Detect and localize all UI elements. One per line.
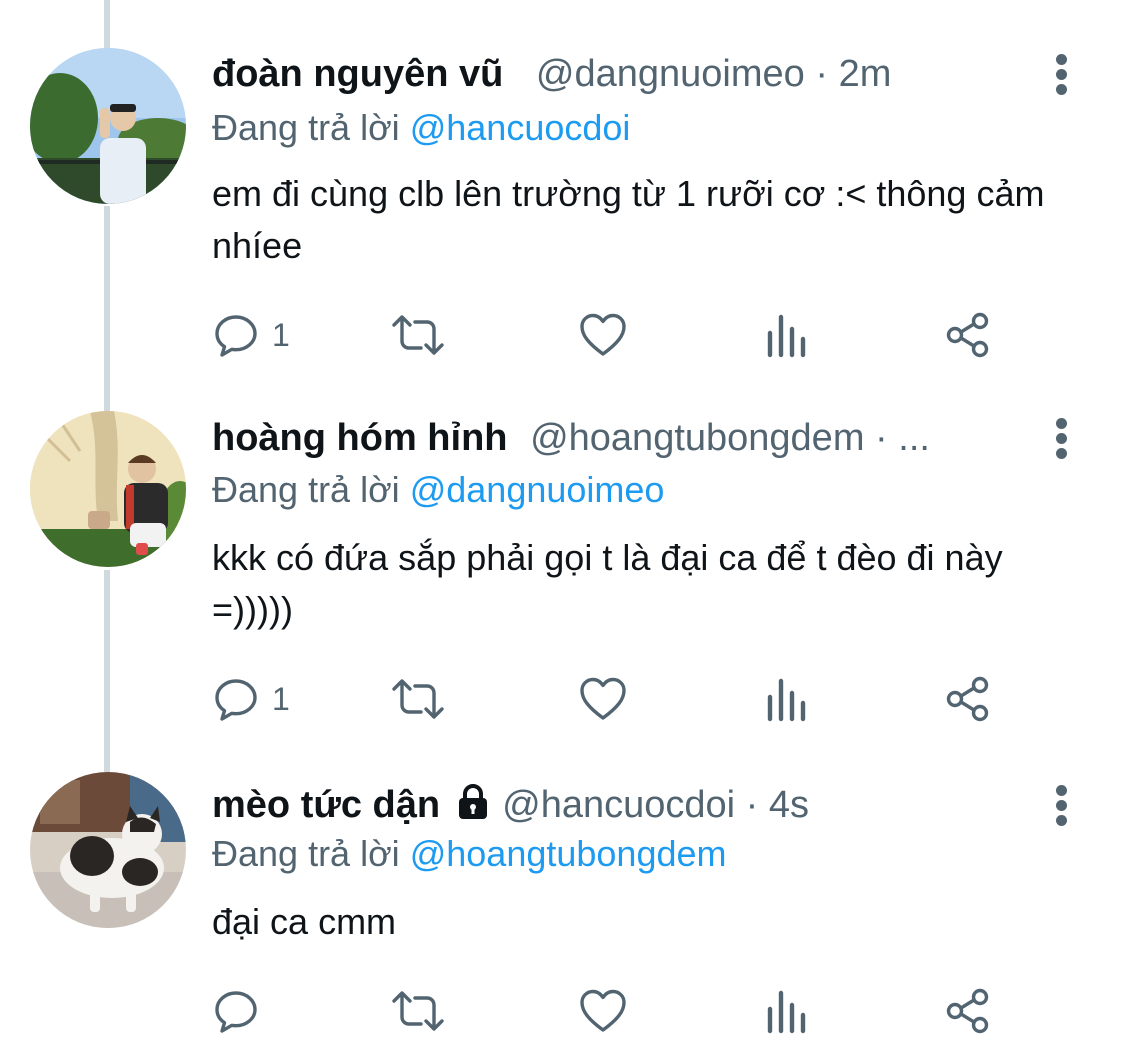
display-name[interactable]: mèo tức dận	[212, 784, 440, 826]
like-button[interactable]	[578, 986, 628, 1036]
action-bar: 1	[212, 310, 1012, 360]
tweet[interactable]: mèo tức dận @hancuocdoi · 4s Đang trả lời…	[0, 760, 1125, 1052]
tweet[interactable]: đoàn nguyên vũ @dangnuoimeo · 2m Đang tr…	[0, 0, 1125, 390]
action-bar	[212, 986, 1012, 1036]
tweet-header: hoàng hóm hỉnh @hoangtubongdem · ...	[212, 416, 1015, 460]
handle[interactable]: @dangnuoimeo	[536, 53, 805, 95]
display-name[interactable]: hoàng hóm hỉnh	[212, 417, 508, 459]
share-button[interactable]	[944, 310, 992, 360]
reply-icon	[215, 315, 257, 357]
avatar[interactable]	[30, 411, 186, 567]
tweet-text: em đi cùng clb lên trường từ 1 rưỡi cơ :…	[212, 173, 1045, 266]
replying-to-label: Đang trả lời	[212, 469, 400, 510]
like-icon	[580, 677, 626, 720]
replying-to-handle[interactable]: @hancuocdoi	[410, 107, 631, 148]
reply-icon	[215, 991, 257, 1033]
tweet-header: đoàn nguyên vũ @dangnuoimeo · 2m	[212, 52, 1015, 96]
analytics-button[interactable]	[764, 674, 808, 724]
separator-dot: ·	[815, 53, 829, 95]
share-button[interactable]	[944, 986, 992, 1036]
lock-icon	[454, 783, 492, 831]
replying-to: Đang trả lời @dangnuoimeo	[212, 468, 664, 512]
reply-button[interactable]: 1	[212, 674, 290, 724]
like-button[interactable]	[578, 310, 628, 360]
timestamp[interactable]: ...	[898, 417, 930, 459]
reply-count: 1	[272, 680, 290, 717]
avatar[interactable]	[30, 772, 186, 928]
retweet-icon	[392, 315, 444, 355]
avatar[interactable]	[30, 48, 186, 204]
separator-dot: ·	[875, 417, 888, 459]
more-options-icon[interactable]	[1047, 52, 1077, 98]
reply-icon	[215, 679, 257, 721]
like-icon	[580, 313, 626, 356]
analytics-icon	[767, 314, 806, 358]
tweet[interactable]: hoàng hóm hỉnh @hoangtubongdem · ... Đan…	[0, 390, 1125, 760]
tweet-text: kkk có đứa sắp phải gọi t là đại ca để t…	[212, 537, 1003, 630]
replying-to-handle[interactable]: @dangnuoimeo	[410, 469, 665, 510]
tweet-text: đại ca cmm	[212, 901, 397, 942]
handle[interactable]: @hoangtubongdem	[530, 417, 864, 459]
tweet-header: mèo tức dận @hancuocdoi · 4s	[212, 783, 1015, 831]
action-bar: 1	[212, 674, 1012, 724]
replying-to: Đang trả lời @hancuocdoi	[212, 106, 630, 150]
analytics-button[interactable]	[764, 986, 808, 1036]
handle[interactable]: @hancuocdoi	[502, 784, 735, 826]
retweet-button[interactable]	[388, 310, 448, 360]
analytics-icon	[767, 678, 806, 722]
replying-to: Đang trả lời @hoangtubongdem	[212, 832, 727, 876]
retweet-button[interactable]	[388, 986, 448, 1036]
like-icon	[580, 989, 626, 1032]
reply-count: 1	[272, 316, 290, 353]
like-button[interactable]	[578, 674, 628, 724]
display-name[interactable]: đoàn nguyên vũ	[212, 53, 503, 95]
analytics-button[interactable]	[764, 310, 808, 360]
retweet-button[interactable]	[388, 674, 448, 724]
retweet-icon	[392, 679, 444, 719]
replying-to-handle[interactable]: @hoangtubongdem	[410, 833, 727, 874]
timestamp[interactable]: 4s	[769, 784, 809, 826]
timestamp[interactable]: 2m	[839, 53, 892, 95]
analytics-icon	[767, 990, 806, 1034]
reply-button[interactable]: 1	[212, 310, 290, 360]
more-options-icon[interactable]	[1047, 416, 1077, 462]
more-options-icon[interactable]	[1047, 783, 1077, 829]
retweet-icon	[392, 991, 444, 1031]
share-icon	[946, 676, 989, 722]
replying-to-label: Đang trả lời	[212, 833, 400, 874]
share-button[interactable]	[944, 674, 992, 724]
separator-dot: ·	[745, 784, 759, 826]
share-icon	[946, 312, 989, 358]
replying-to-label: Đang trả lời	[212, 107, 400, 148]
share-icon	[946, 988, 989, 1034]
reply-button[interactable]	[212, 986, 272, 1036]
